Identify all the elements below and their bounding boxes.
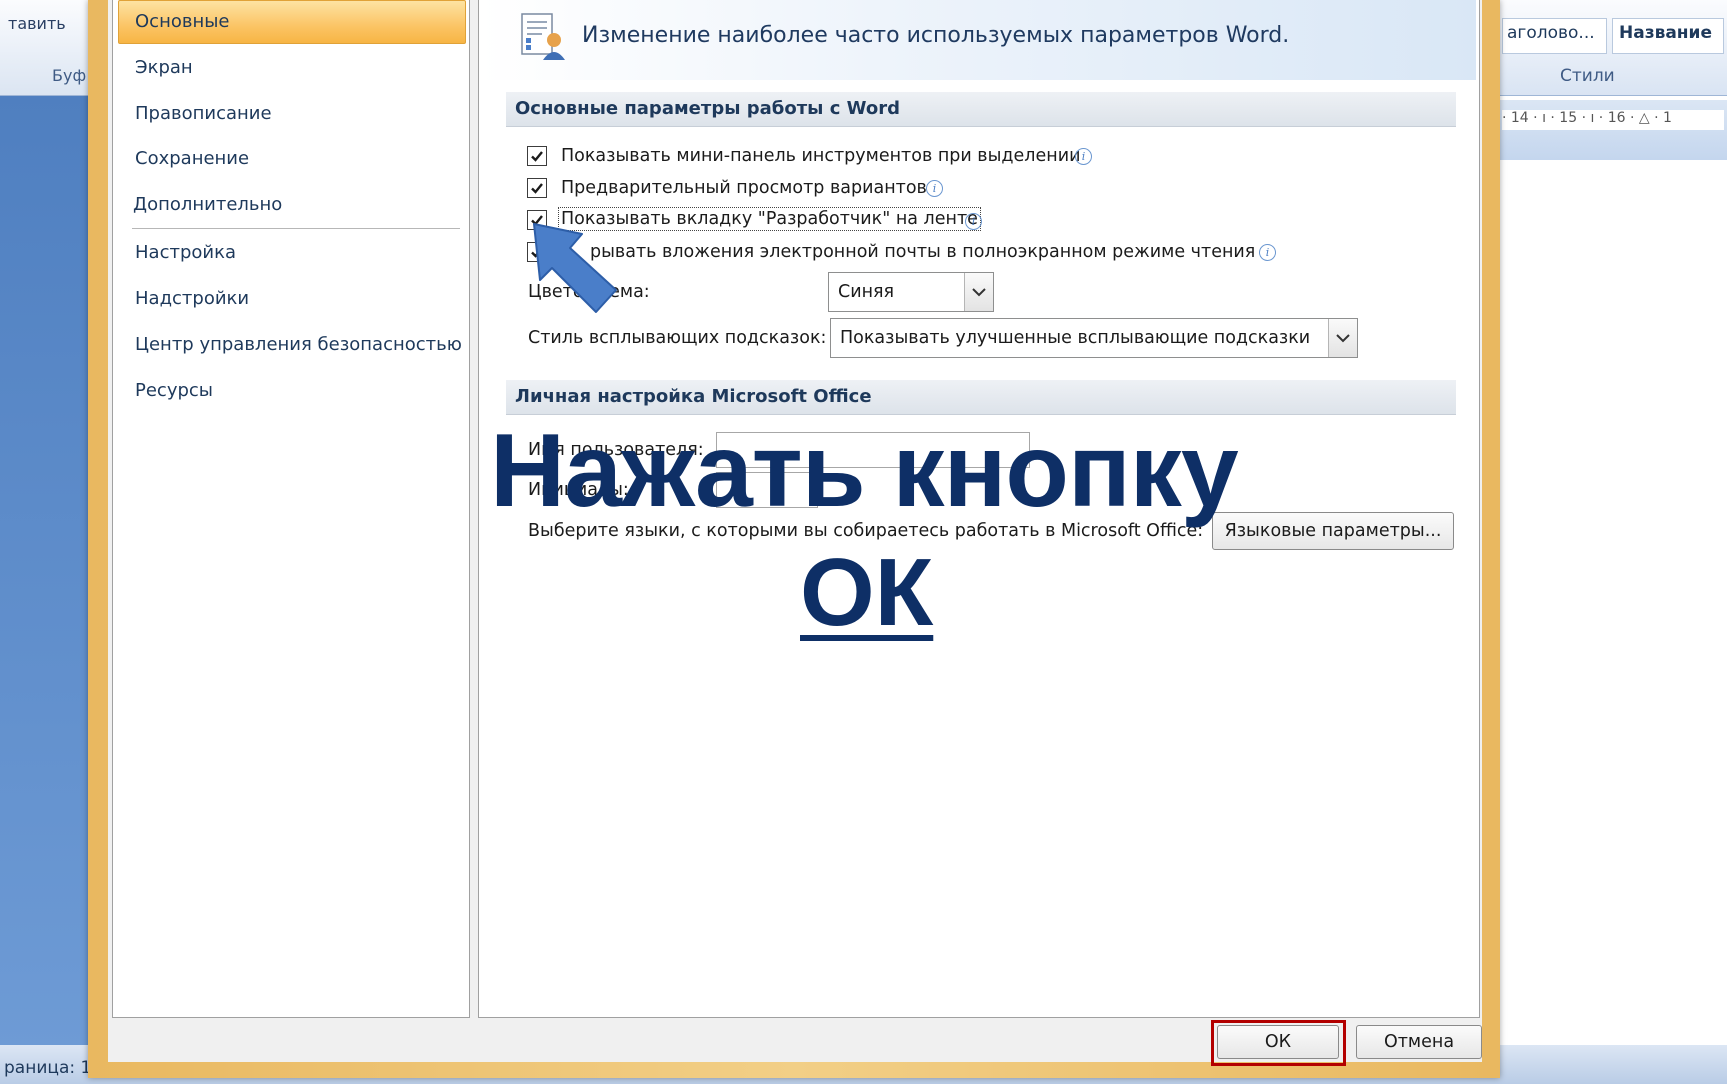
word-document-area (1500, 0, 1727, 1084)
info-icon: i (1075, 148, 1092, 165)
info-icon: i (965, 213, 982, 230)
chevron-down-icon[interactable] (1328, 319, 1357, 357)
nav-separator (132, 228, 460, 229)
instruction-text: Нажать кнопку (490, 413, 1239, 529)
instruction-ok-text: ОК (800, 539, 934, 646)
nav-item-proofing[interactable]: Правописание (135, 103, 272, 124)
style-title-button[interactable]: Название (1612, 18, 1724, 54)
style-heading-button[interactable]: аголово... (1502, 18, 1607, 54)
ribbon-clipboard-group-label: Буф (52, 66, 87, 85)
checkmark-icon (531, 151, 543, 162)
content-header-title: Изменение наиболее часто используемых па… (582, 23, 1290, 48)
section-main-options-title: Основные параметры работы с Word (515, 98, 900, 119)
options-settings-icon (516, 10, 570, 64)
status-page-text: раница: 1 (4, 1058, 92, 1078)
color-scheme-value: Синяя (838, 282, 895, 302)
pointer-arrow-icon (530, 220, 622, 316)
live-preview-checkbox[interactable] (527, 178, 547, 198)
language-settings-button[interactable]: Языковые параметры... (1212, 512, 1454, 550)
styles-group-label: Стили (1560, 66, 1615, 86)
ruler (1500, 100, 1727, 160)
info-icon: i (1259, 244, 1276, 261)
nav-item-advanced[interactable]: Дополнительно (133, 194, 282, 215)
info-icon: i (926, 180, 943, 197)
nav-item-popular[interactable]: Основные (135, 11, 230, 32)
nav-item-customize[interactable]: Настройка (135, 242, 236, 263)
live-preview-label: Предварительный просмотр вариантов (561, 178, 927, 198)
ribbon-paste-label: тавить (8, 14, 66, 33)
checkmark-icon (531, 183, 543, 194)
mini-toolbar-checkbox[interactable] (527, 146, 547, 166)
tooltip-style-label: Стиль всплывающих подсказок: (528, 328, 827, 348)
cancel-button[interactable]: Отмена (1356, 1025, 1482, 1059)
nav-item-save[interactable]: Сохранение (135, 148, 249, 169)
mini-toolbar-label: Показывать мини-панель инструментов при … (561, 146, 1081, 166)
tooltip-style-select[interactable]: Показывать улучшенные всплывающие подска… (830, 318, 1358, 358)
chevron-down-icon[interactable] (964, 273, 993, 311)
nav-item-trust-center[interactable]: Центр управления безопасностью (135, 334, 462, 355)
section-personal-title: Личная настройка Microsoft Office (515, 386, 872, 407)
nav-item-addins[interactable]: Надстройки (135, 288, 249, 309)
ok-button[interactable]: ОК (1217, 1025, 1339, 1059)
nav-item-resources[interactable]: Ресурсы (135, 380, 213, 401)
nav-item-display[interactable]: Экран (135, 57, 193, 78)
word-window-left (0, 0, 100, 1084)
tooltip-style-value: Показывать улучшенные всплывающие подска… (840, 328, 1311, 348)
open-attachments-label: рывать вложения электронной почты в полн… (590, 242, 1256, 262)
ruler-ticks: · 14 · ı · 15 · ı · 16 · △ · 1 (1502, 110, 1724, 130)
color-scheme-select[interactable]: Синяя (828, 272, 994, 312)
